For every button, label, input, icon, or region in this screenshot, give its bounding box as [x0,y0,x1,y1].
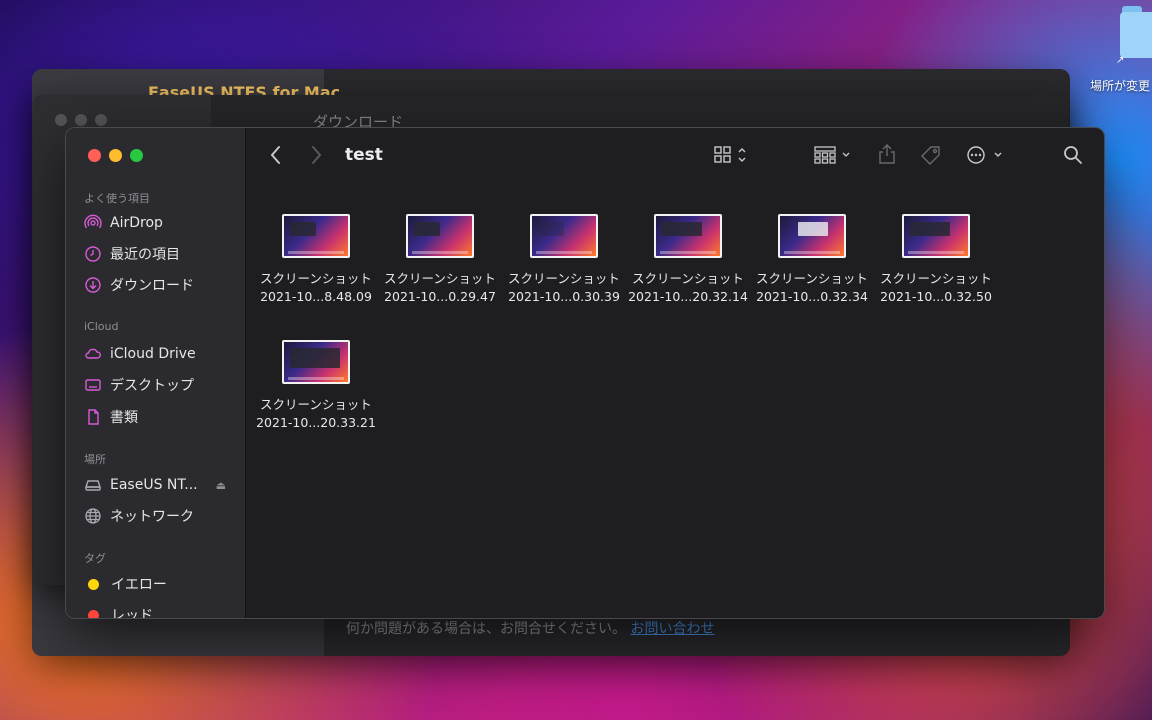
document-icon [88,409,99,425]
sidebar-item-label: AirDrop [110,215,163,231]
group-icon [814,146,850,164]
file-name-line1: スクリーンショット [756,271,868,286]
file-item[interactable]: スクリーンショット 2021-10...8.48.09 [254,214,378,306]
file-name-line2: 2021-10...20.32.14 [628,289,748,304]
screenshot-thumbnail [282,214,350,258]
view-mode-button[interactable] [713,145,753,169]
forward-button[interactable] [309,144,323,170]
help-message: 何か問題がある場合は、お問合せください。 [346,621,626,637]
tags-header: タグ [84,552,106,565]
favorites-header: よく使う項目 [84,192,150,205]
file-name-line1: スクリーンショット [260,271,372,286]
tag-icon [921,146,940,165]
sidebar-item-label: レッド [111,608,153,619]
share-icon [879,144,895,164]
cloud-icon [85,348,101,359]
eject-icon[interactable]: ⏏ [216,479,226,492]
group-button[interactable] [813,145,857,169]
sidebar-item-label: 最近の項目 [110,247,180,263]
sidebar-item-network[interactable]: ネットワーク [84,506,194,526]
file-item[interactable]: スクリーンショット 2021-10...0.30.39 [502,214,626,306]
file-name-line2: 2021-10...8.48.09 [260,289,372,304]
icloud-header: iCloud [84,320,119,333]
file-item[interactable]: スクリーンショット 2021-10...0.32.50 [874,214,998,306]
finder-sidebar: よく使う項目 AirDrop 最近の項目 ダウンロード iCloud iClou… [66,128,246,618]
file-name-line2: 2021-10...0.29.47 [384,289,496,304]
file-name-line2: 2021-10...20.33.21 [256,415,376,430]
sidebar-item-label: ダウンロード [110,278,194,294]
desktop-folder-icon[interactable] [1118,4,1152,58]
sidebar-item-tag-yellow[interactable]: イエロー [84,574,167,594]
finder-toolbar: test [245,128,1104,184]
screenshot-thumbnail [530,214,598,258]
sidebar-item-recents[interactable]: 最近の項目 [84,244,180,264]
desktop-folder-label[interactable]: 場所が変更 [1090,77,1150,94]
globe-icon [85,508,101,524]
share-button[interactable] [877,143,897,169]
download-icon [85,277,101,293]
file-name-line1: スクリーンショット [260,397,372,412]
sidebar-item-label: イエロー [111,577,167,593]
sidebar-item-desktop[interactable]: デスクトップ [84,375,194,395]
locations-header: 場所 [84,453,106,466]
close-button[interactable] [88,149,101,162]
back-button[interactable] [269,144,283,170]
yellow-tag-icon [88,578,99,590]
file-name-line2: 2021-10...0.32.50 [880,289,992,304]
file-item[interactable]: スクリーンショット 2021-10...0.32.34 [750,214,874,306]
file-name-line2: 2021-10...0.32.34 [756,289,868,304]
sidebar-item-label: 書類 [110,410,138,426]
chevron-left-icon [270,146,280,164]
close-button[interactable] [55,114,67,126]
minimize-button[interactable] [109,149,122,162]
sidebar-item-label: EaseUS NT... [110,477,198,493]
clock-icon [85,246,101,262]
screenshot-thumbnail [902,214,970,258]
screenshot-thumbnail [778,214,846,258]
drive-icon [85,480,101,491]
file-name-line1: スクリーンショット [632,271,744,286]
file-item[interactable]: スクリーンショット 2021-10...20.32.14 [626,214,750,306]
file-name-line2: 2021-10...0.30.39 [508,289,620,304]
sidebar-item-downloads[interactable]: ダウンロード [84,275,194,295]
minimize-button[interactable] [75,114,87,126]
easeus-help-text: 何か問題がある場合は、お問合せください。 お問い合わせ [346,618,714,638]
finder-window[interactable]: よく使う項目 AirDrop 最近の項目 ダウンロード iCloud iClou… [65,127,1105,619]
airdrop-icon [84,214,102,229]
sidebar-item-label: iCloud Drive [110,346,196,362]
file-name-line1: スクリーンショット [384,271,496,286]
sidebar-item-tag-red[interactable]: レッド [84,605,153,619]
search-button[interactable] [1063,145,1083,169]
ellipsis-circle-icon [967,146,1002,164]
folder-body [1120,12,1152,58]
alias-arrow-icon: ↗ [1116,55,1125,66]
file-name-line1: スクリーンショット [508,271,620,286]
window-title: test [345,145,383,165]
more-actions-button[interactable] [965,145,1005,169]
sidebar-item-easeus-drive[interactable]: EaseUS NT... ⏏ [84,475,226,495]
file-name-line1: スクリーンショット [880,271,992,286]
file-item[interactable]: スクリーンショット 2021-10...0.29.47 [378,214,502,306]
screenshot-thumbnail [406,214,474,258]
desktop-icon [85,379,101,391]
sidebar-item-icloud-drive[interactable]: iCloud Drive [84,344,196,364]
zoom-button[interactable] [95,114,107,126]
search-icon [1064,146,1082,164]
red-tag-icon [88,609,99,618]
tag-button[interactable] [919,144,943,170]
chevron-right-icon [312,146,322,164]
icon-view-icon [714,146,746,163]
screenshot-thumbnail [282,340,350,384]
screenshot-thumbnail [654,214,722,258]
sidebar-item-airdrop[interactable]: AirDrop [84,213,163,233]
contact-link[interactable]: お問い合わせ [630,621,714,637]
zoom-button[interactable] [130,149,143,162]
sidebar-item-label: ネットワーク [110,509,194,525]
sidebar-item-documents[interactable]: 書類 [84,407,138,427]
window-controls [88,149,143,162]
sidebar-item-label: デスクトップ [110,378,194,394]
file-item[interactable]: スクリーンショット 2021-10...20.33.21 [254,340,378,432]
